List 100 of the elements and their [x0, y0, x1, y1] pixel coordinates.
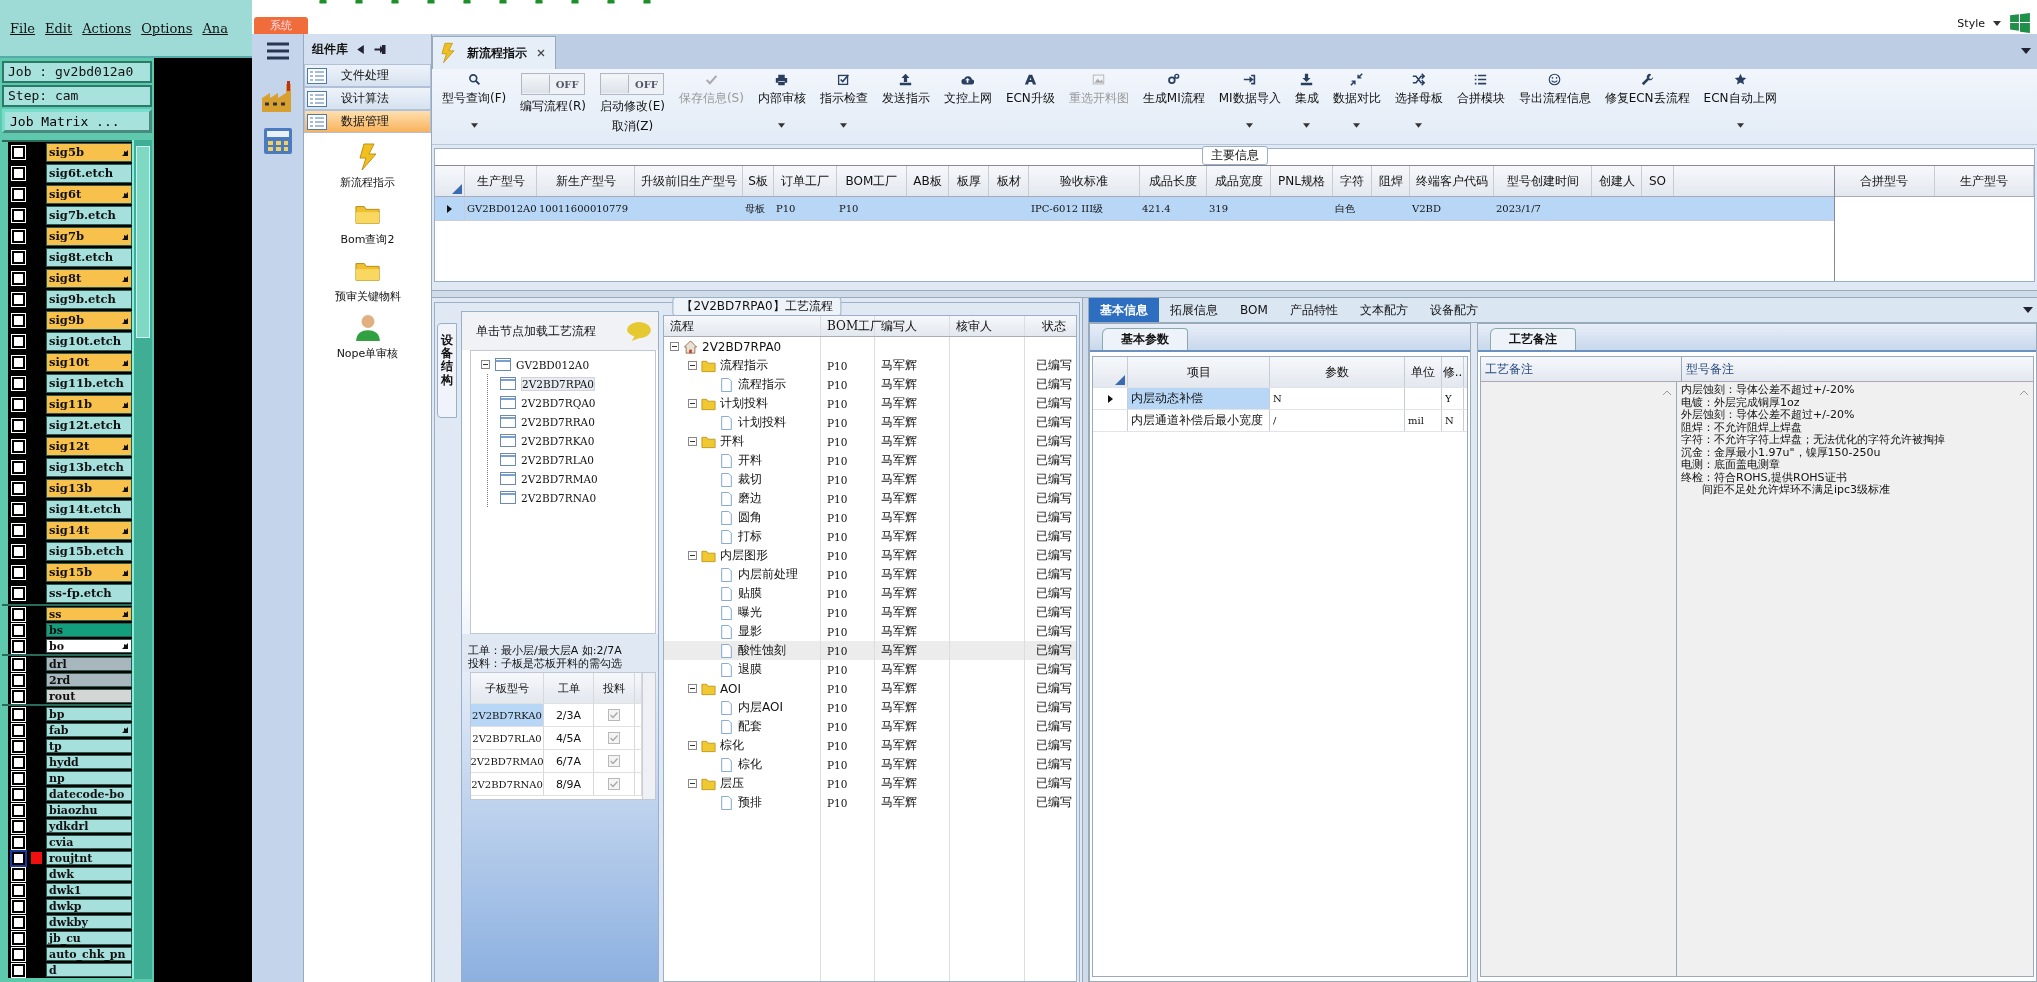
ribbon-button[interactable]: 型号查询(F)	[438, 73, 511, 128]
tab[interactable]: 拓展信息	[1159, 298, 1229, 322]
caret-icon[interactable]	[778, 123, 786, 128]
layer-name[interactable]: tp	[46, 739, 132, 753]
document-tab[interactable]: 新流程指示	[432, 36, 556, 69]
tree-row[interactable]: 贴膜 P10 马军辉 已编写	[664, 584, 1076, 603]
layer-checkbox[interactable]	[12, 188, 25, 201]
layer-name[interactable]: sig14t	[46, 521, 132, 540]
ribbon-button[interactable]: 内部审核	[753, 73, 810, 128]
vertical-tab[interactable]: 设备结构	[437, 323, 457, 418]
caret-icon[interactable]	[1353, 123, 1361, 128]
nav-tool[interactable]: Nope单审核	[336, 314, 399, 361]
layer-checkbox[interactable]	[12, 851, 25, 865]
column-header[interactable]: 工单	[544, 673, 594, 703]
column-header[interactable]: 新生产型号	[537, 166, 635, 196]
collapse-icon[interactable]	[688, 684, 697, 693]
layer-name[interactable]: sig5b	[46, 143, 132, 162]
layer-checkbox[interactable]	[12, 230, 25, 243]
nav-item[interactable]: 设计算法	[304, 87, 431, 110]
layer-checkbox[interactable]	[12, 335, 25, 348]
tree-row[interactable]: 磨边 P10 马军辉 已编写	[664, 489, 1076, 508]
column-header[interactable]: 验收标准	[1029, 166, 1140, 196]
ribbon-button[interactable]: 发送指示	[877, 73, 934, 128]
column-header[interactable]: S板	[743, 166, 774, 196]
checkbox[interactable]	[608, 709, 620, 721]
column-header[interactable]: 子板型号	[471, 673, 544, 703]
column-header[interactable]: AB板	[907, 166, 949, 196]
layer-name[interactable]: dwk1	[46, 883, 132, 897]
layer-checkbox[interactable]	[12, 314, 25, 327]
menu-item[interactable]: Ana	[202, 20, 228, 36]
nav-item[interactable]: 数据管理	[304, 110, 431, 133]
layer-name[interactable]: sig8t	[46, 269, 132, 288]
column-header[interactable]: PNL规格	[1271, 166, 1333, 196]
layer-checkbox[interactable]	[12, 639, 25, 653]
tree-row[interactable]: 内层前处理 P10 马军辉 已编写	[664, 565, 1076, 584]
layer-name[interactable]: dwk	[46, 867, 132, 881]
tree-row[interactable]: 开料 P10 马军辉 已编写	[664, 432, 1076, 451]
scrollbar[interactable]	[132, 140, 152, 979]
layer-checkbox[interactable]	[12, 623, 25, 637]
column-header[interactable]: 参数	[1270, 357, 1405, 387]
column-header[interactable]: 阻焊	[1372, 166, 1410, 196]
tab[interactable]: 文本配方	[1348, 298, 1419, 322]
ribbon-button[interactable]: MI数据导入	[1214, 73, 1285, 128]
layer-name[interactable]: sig14t.etch	[46, 500, 132, 519]
layer-checkbox[interactable]	[12, 867, 25, 881]
layer-name[interactable]: sig10t.etch	[46, 332, 132, 351]
nav-tool[interactable]: 新流程指示	[340, 143, 395, 190]
layer-checkbox[interactable]	[12, 440, 25, 453]
layer-checkbox[interactable]	[12, 272, 25, 285]
column-header[interactable]: 字符	[1333, 166, 1372, 196]
collapse-icon[interactable]	[688, 551, 697, 560]
layer-checkbox[interactable]	[12, 787, 25, 801]
ribbon-button[interactable]: ECN升级	[1001, 73, 1059, 128]
layer-checkbox[interactable]	[12, 707, 25, 721]
layer-checkbox[interactable]	[12, 293, 25, 306]
layer-name[interactable]: datecode-bo	[46, 787, 132, 801]
column-header[interactable]: BOM工厂	[837, 166, 907, 196]
column-header[interactable]: 成品长度	[1140, 166, 1207, 196]
tree-row[interactable]: 配套 P10 马军辉 已编写	[664, 717, 1076, 736]
layer-name[interactable]: sig8t.etch	[46, 248, 132, 267]
layer-checkbox[interactable]	[12, 587, 25, 600]
caret-icon[interactable]	[1303, 123, 1311, 128]
layer-name[interactable]: sig15b.etch	[46, 542, 132, 561]
tree-row[interactable]: 开料 P10 马军辉 已编写	[664, 451, 1076, 470]
layer-checkbox[interactable]	[12, 899, 25, 913]
layer-checkbox[interactable]	[12, 883, 25, 897]
caret-icon[interactable]	[2021, 48, 2031, 54]
tree-row[interactable]: 圆角 P10 马军辉 已编写	[664, 508, 1076, 527]
column-header[interactable]: 合拼型号	[1835, 166, 1935, 196]
layer-checkbox[interactable]	[12, 419, 25, 432]
tab[interactable]: 设备配方	[1418, 298, 1489, 322]
layer-name[interactable]: bo	[46, 639, 132, 653]
layer-name[interactable]: sig6t	[46, 185, 132, 204]
caret-icon[interactable]	[840, 123, 848, 128]
column-header[interactable]: 项目	[1128, 357, 1270, 387]
caret-icon[interactable]	[2023, 307, 2033, 313]
caret-icon[interactable]	[1246, 123, 1254, 128]
tree-row[interactable]: 打标 P10 马军辉 已编写	[664, 527, 1076, 546]
column-header[interactable]: 单位	[1405, 357, 1442, 387]
ribbon-button[interactable]: 选择母板	[1390, 73, 1447, 128]
menu-item[interactable]: Edit	[45, 20, 73, 36]
caret-icon[interactable]	[1993, 20, 2001, 26]
tree-label[interactable]: GV2BD012A0	[516, 358, 590, 371]
tree-row[interactable]: AOI P10 马军辉 已编写	[664, 679, 1076, 698]
column-header[interactable]: 创建人	[1592, 166, 1642, 196]
tree-item[interactable]: 2V2BD7RQA0	[488, 393, 655, 412]
column-header[interactable]: 生产型号	[1934, 166, 2034, 196]
ribbon-button[interactable]: 数据对比	[1328, 73, 1385, 128]
layer-name[interactable]: sig9b.etch	[46, 290, 132, 309]
tree-item[interactable]: 2V2BD7RNA0	[488, 488, 655, 507]
collapse-icon[interactable]	[670, 342, 679, 351]
layer-name[interactable]: fab	[46, 723, 132, 737]
layer-checkbox[interactable]	[12, 482, 25, 495]
tree-row[interactable]: 棕化 P10 马军辉 已编写	[664, 736, 1076, 755]
ribbon-button[interactable]: ECN自动上网	[1699, 73, 1781, 128]
layer-name[interactable]: jb_cu	[46, 931, 132, 945]
tree-row[interactable]: 退膜 P10 马军辉 已编写	[664, 660, 1076, 679]
column-header[interactable]: 升级前旧生产型号	[635, 166, 743, 196]
tree-item[interactable]: 2V2BD7RRA0	[488, 412, 655, 431]
column-header[interactable]: 流程	[670, 317, 694, 335]
